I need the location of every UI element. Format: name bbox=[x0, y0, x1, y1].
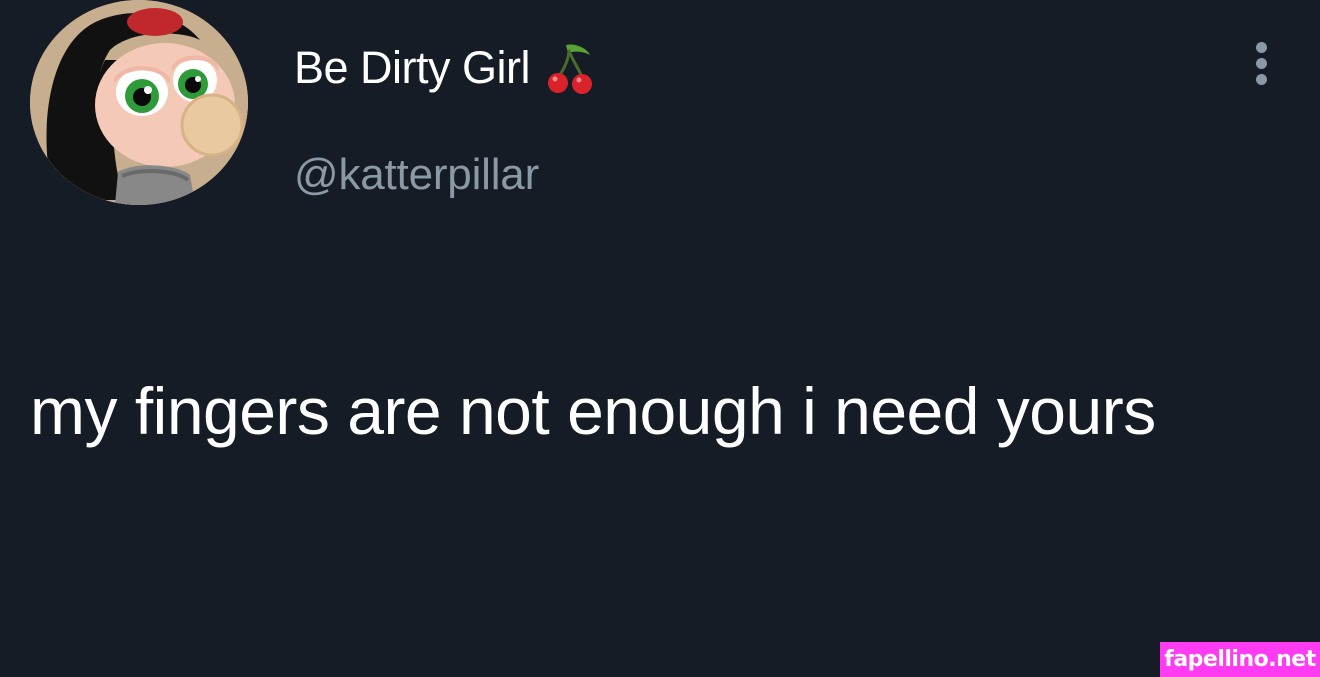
tweet-card: Be Dirty Girl @katterpillar my fingers a… bbox=[0, 0, 1320, 677]
more-vertical-icon-dot bbox=[1256, 58, 1267, 69]
username-handle[interactable]: @katterpillar bbox=[294, 150, 539, 200]
avatar[interactable] bbox=[30, 0, 248, 205]
author-name-row[interactable]: Be Dirty Girl bbox=[294, 38, 596, 98]
display-name[interactable]: Be Dirty Girl bbox=[294, 42, 531, 94]
more-options-button[interactable] bbox=[1247, 38, 1277, 88]
cherry-icon bbox=[546, 41, 596, 95]
avatar-image bbox=[30, 0, 248, 205]
more-vertical-icon-dot bbox=[1256, 74, 1267, 85]
tweet-text: my fingers are not enough i need yours bbox=[30, 374, 1156, 448]
watermark: fapellino.net bbox=[1160, 642, 1320, 677]
more-vertical-icon bbox=[1256, 42, 1267, 53]
